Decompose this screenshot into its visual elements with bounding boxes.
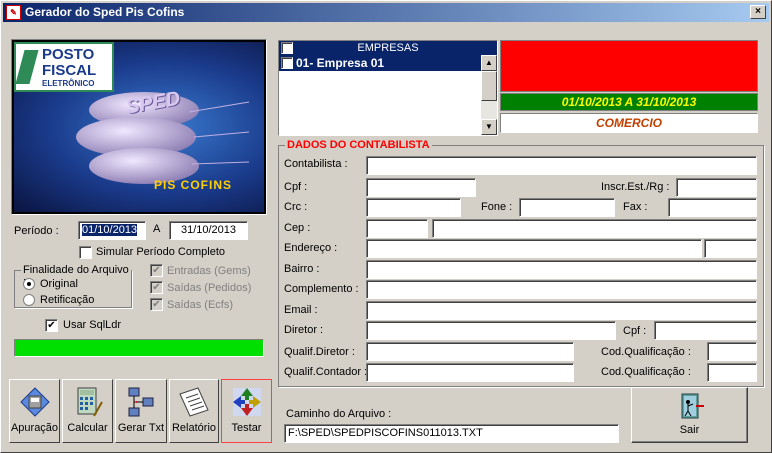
cod-qual2-input[interactable]	[707, 363, 757, 382]
saidas-pedidos-label: Saídas (Pedidos)	[167, 282, 252, 294]
cod-qual1-label: Cod.Qualificação :	[601, 346, 691, 358]
fax-input[interactable]	[668, 198, 757, 217]
radio-original[interactable]	[23, 278, 35, 290]
scroll-up-button[interactable]: ▲	[481, 55, 497, 71]
sair-label: Sair	[679, 424, 700, 436]
crc-input[interactable]	[366, 198, 461, 217]
empresa-row[interactable]: 01- Empresa 01	[279, 55, 481, 71]
email-input[interactable]	[366, 301, 757, 320]
network-icon	[128, 387, 154, 417]
app-icon: ✎	[6, 5, 21, 20]
sqlldr-label: Usar SqlLdr	[63, 319, 122, 331]
saidas-ecfs-label: Saídas (Ecfs)	[167, 299, 234, 311]
periodo-display: 01/10/2013 A 31/10/2013	[500, 93, 758, 111]
fone-label: Fone :	[481, 201, 513, 213]
scroll-down-button[interactable]: ▼	[481, 119, 497, 135]
piscofins-text: PIS COFINS	[154, 178, 233, 192]
cpf2-label: Cpf :	[623, 325, 647, 337]
fone-input[interactable]	[519, 198, 615, 217]
atividade-display: COMERCIO	[500, 113, 758, 133]
contabilista-label: Contabilista :	[284, 158, 348, 170]
report-icon	[179, 387, 209, 417]
bairro-label: Bairro :	[284, 263, 320, 275]
arrows-icon	[232, 388, 261, 416]
scroll-thumb[interactable]	[481, 71, 497, 101]
diretor-label: Diretor :	[284, 324, 324, 336]
gerar-txt-button[interactable]: Gerar Txt	[115, 379, 167, 443]
empresas-scrollbar[interactable]: ▲ ▼	[481, 55, 497, 135]
periodo-sep-label: A	[153, 223, 161, 235]
inscr-input[interactable]	[676, 178, 757, 197]
endereco-numero-input[interactable]	[704, 239, 757, 258]
apuracao-button[interactable]: Apuração	[9, 379, 60, 443]
contabilista-title: DADOS DO CONTABILISTA	[285, 139, 432, 151]
logo-image: POSTO FISCAL ELETRÔNICO SPED PIS COFINS	[14, 42, 264, 212]
caminho-label: Caminho do Arquivo :	[286, 408, 392, 420]
sair-button[interactable]: Sair	[631, 387, 748, 443]
cod-qual1-input[interactable]	[707, 342, 757, 361]
inscr-label: Inscr.Est./Rg :	[601, 181, 670, 193]
complemento-input[interactable]	[366, 280, 757, 299]
close-button[interactable]: ×	[750, 5, 766, 19]
simular-label: Simular Período Completo	[96, 246, 226, 258]
empresas-list: EMPRESAS 01- Empresa 01 ▲ ▼	[278, 40, 498, 136]
radio-retificacao[interactable]	[23, 294, 35, 306]
crc-label: Crc :	[284, 201, 308, 213]
sqlldr-checkbox[interactable]: ✔	[45, 319, 58, 332]
calcular-button[interactable]: Calcular	[62, 379, 113, 443]
qualif-diretor-input[interactable]	[366, 342, 574, 361]
cep-input[interactable]	[366, 219, 428, 238]
progress-fill	[15, 340, 263, 356]
cpf-input[interactable]	[366, 178, 476, 197]
simular-checkbox[interactable]	[79, 246, 92, 259]
relatorio-label: Relatório	[171, 422, 217, 434]
qualif-diretor-label: Qualif.Diretor :	[284, 346, 355, 358]
logo-panel: POSTO FISCAL ELETRÔNICO SPED PIS COFINS	[11, 39, 267, 215]
title-bar: ✎ Gerador do Sped Pis Cofins ×	[3, 3, 769, 22]
status-red-panel	[500, 40, 758, 92]
saidas-ecfs-checkbox[interactable]: ✔	[150, 298, 163, 311]
progress-bar	[14, 339, 264, 357]
calculator-icon	[77, 387, 103, 417]
complemento-label: Complemento :	[284, 283, 359, 295]
radio-retificacao-label: Retificação	[40, 294, 95, 306]
calcular-label: Calcular	[67, 422, 108, 434]
window-title: Gerador do Sped Pis Cofins	[25, 5, 185, 19]
periodo-label: Período :	[14, 225, 59, 237]
cep-label: Cep :	[284, 222, 311, 234]
cod-qual2-label: Cod.Qualificação :	[601, 366, 691, 378]
entradas-label: Entradas (Gems)	[167, 265, 251, 277]
cep-complement-input[interactable]	[432, 219, 757, 238]
entradas-checkbox[interactable]: ✔	[150, 264, 163, 277]
bairro-input[interactable]	[366, 260, 757, 279]
testar-button[interactable]: Testar	[221, 379, 272, 443]
empresas-select-all[interactable]	[281, 42, 293, 54]
fax-label: Fax :	[623, 201, 648, 213]
qualif-contador-input[interactable]	[366, 363, 574, 382]
endereco-label: Endereço :	[284, 242, 338, 254]
cpf2-input[interactable]	[654, 321, 757, 340]
empresa-checkbox[interactable]	[281, 57, 293, 69]
contabilista-input[interactable]	[366, 156, 757, 175]
main-window: ✎ Gerador do Sped Pis Cofins × POSTO FIS…	[0, 0, 772, 453]
cpf-label: Cpf :	[284, 181, 308, 193]
gerar-txt-label: Gerar Txt	[117, 422, 165, 434]
floppy-disk-icon	[19, 387, 50, 417]
periodo-from-input[interactable]: 01/10/2013	[78, 221, 146, 240]
email-label: Email :	[284, 304, 318, 316]
empresas-header: EMPRESAS	[279, 41, 497, 55]
exit-door-icon	[681, 393, 704, 419]
radio-original-label: Original	[40, 278, 78, 290]
endereco-input[interactable]	[366, 239, 702, 258]
apuracao-label: Apuração	[10, 422, 59, 434]
periodo-to-input[interactable]: 31/10/2013	[169, 221, 248, 240]
relatorio-button[interactable]: Relatório	[169, 379, 219, 443]
diretor-input[interactable]	[366, 321, 616, 340]
testar-label: Testar	[231, 422, 262, 434]
saidas-pedidos-checkbox[interactable]: ✔	[150, 281, 163, 294]
caminho-input[interactable]: F:\SPED\SPEDPISCOFINS011013.TXT	[284, 424, 619, 443]
qualif-contador-label: Qualif.Contador :	[284, 366, 368, 378]
